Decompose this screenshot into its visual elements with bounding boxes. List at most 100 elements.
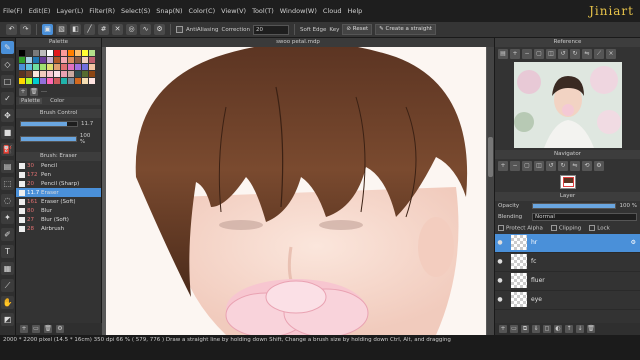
brush-item-blur-soft[interactable]: 27 Blur (Soft) [16,215,101,224]
palette-swatch[interactable] [82,71,88,77]
brush-folder-icon[interactable]: ▭ [32,325,40,333]
palette-swatch[interactable] [33,57,39,63]
duplicate-layer-icon[interactable]: ⧉ [521,325,529,333]
palette-swatch[interactable] [82,64,88,70]
bucket-tool-icon[interactable]: ⛽ [1,143,14,156]
check-tool-icon[interactable]: ✓ [1,92,14,105]
document-tab[interactable]: swoo petal.mdp [102,38,494,47]
snap-cross-icon[interactable]: ✕ [112,24,123,35]
nav-fit-icon[interactable]: ▢ [522,161,532,171]
palette-swatch[interactable] [40,57,46,63]
snap-settings-icon[interactable]: ⚙ [154,24,165,35]
palette-swatch[interactable] [33,71,39,77]
close-icon[interactable]: × [606,49,616,59]
palette-swatch[interactable] [89,64,95,70]
gradient-tool-icon[interactable]: ▤ [1,160,14,173]
tab-color[interactable]: Color [48,98,66,104]
eye-icon[interactable]: ● [495,239,505,246]
palette-swatch[interactable] [75,78,81,84]
brush-item-pencil-sharp[interactable]: 20 Pencil (Sharp) [16,179,101,188]
nav-settings-icon[interactable]: ⚙ [594,161,604,171]
palette-swatch[interactable] [47,78,53,84]
brush-opacity-slider[interactable] [20,136,77,142]
palette-swatch[interactable] [40,50,46,56]
snap-icon[interactable]: ╱ [84,24,95,35]
palette-swatch[interactable] [82,78,88,84]
create-straight-button[interactable]: ✎ Create a straight [375,24,436,35]
navigator-view-rect[interactable] [562,177,574,187]
eye-icon[interactable]: ● [495,258,505,265]
palette-swatch[interactable] [19,57,25,63]
palette-swatch[interactable] [26,57,32,63]
brush-item-eraser-soft[interactable]: 161 Eraser (Soft) [16,197,101,206]
zoom-in-icon[interactable]: + [510,49,520,59]
palette-add-icon[interactable]: + [19,88,27,96]
palette-swatch[interactable] [26,78,32,84]
palette-swatch[interactable] [19,64,25,70]
color-swap-icon[interactable]: ◩ [1,313,14,326]
layer-row-eye[interactable]: ● eye [495,291,640,310]
clipping-checkbox[interactable] [550,225,557,231]
hand-tool-icon[interactable]: ✋ [1,296,14,309]
palette-swatch[interactable] [54,57,60,63]
fill-rect-tool-icon[interactable]: ■ [1,126,14,139]
palette-swatch[interactable] [33,78,39,84]
palette-swatch[interactable] [75,71,81,77]
nav-zoom-in-icon[interactable]: + [498,161,508,171]
palette-swatch[interactable] [82,57,88,63]
menu-window[interactable]: Window(W) [277,7,320,15]
palette-swatch[interactable] [40,64,46,70]
actual-size-icon[interactable]: ◫ [546,49,556,59]
palette-swatch[interactable] [54,50,60,56]
fit-icon[interactable]: ▢ [534,49,544,59]
palette-swatch[interactable] [33,64,39,70]
palette-swatch[interactable] [89,57,95,63]
palette-swatch[interactable] [89,50,95,56]
flip-icon[interactable]: ⇋ [582,49,592,59]
eye-icon[interactable]: ● [495,296,505,303]
brush-size-slider[interactable] [20,121,78,127]
rotate-right-icon[interactable]: ↻ [570,49,580,59]
palette-swatch[interactable] [40,78,46,84]
layer-down-icon[interactable]: ↓ [576,325,584,333]
scrollbar-thumb[interactable] [488,137,493,177]
snap-curve-icon[interactable]: ∿ [140,24,151,35]
select-rect-tool-icon[interactable]: ⬚ [1,177,14,190]
brush-item-pen[interactable]: 172 Pen [16,170,101,179]
menu-help[interactable]: Help [344,7,365,15]
mask-icon[interactable]: ◐ [554,325,562,333]
brush-item-eraser[interactable]: 11.7 Eraser [16,188,101,197]
palette-swatch[interactable] [75,50,81,56]
palette-swatch[interactable] [89,71,95,77]
brush-settings-icon[interactable]: ⚙ [56,325,64,333]
canvas-vertical-scrollbar[interactable] [487,47,494,335]
deselect-icon[interactable]: ▣ [42,24,53,35]
layer-row-fc[interactable]: ● fc [495,253,640,272]
palette-swatch[interactable] [19,71,25,77]
snap-grid-icon[interactable]: # [98,24,109,35]
brush-item-pencil[interactable]: 30 Pencil [16,161,101,170]
clear-layer-icon[interactable]: ◻ [543,325,551,333]
menu-edit[interactable]: Edit(E) [26,7,54,15]
nav-actual-icon[interactable]: ◫ [534,161,544,171]
palette-swatch[interactable] [68,50,74,56]
blending-select[interactable]: Normal [532,213,637,221]
select-all-icon[interactable]: ▧ [56,24,67,35]
reset-button[interactable]: ⊘ Reset [342,24,373,35]
magic-wand-tool-icon[interactable]: ✦ [1,211,14,224]
layer-row-fluer[interactable]: ● fluer [495,272,640,291]
palette-swatch[interactable] [47,64,53,70]
undo-icon[interactable]: ↶ [6,24,17,35]
menu-color[interactable]: Color(C) [186,7,219,15]
palette-swatch[interactable] [19,78,25,84]
tab-palette[interactable]: Palette [19,98,43,104]
clipping-option[interactable]: Clipping [550,225,581,232]
menu-tool[interactable]: Tool(T) [249,7,277,15]
palette-swatch[interactable] [54,78,60,84]
correction-select[interactable]: 20 [252,24,289,35]
select-pen-tool-icon[interactable]: ✐ [1,228,14,241]
redo-icon[interactable]: ↷ [20,24,31,35]
soft-edge-label[interactable]: Soft Edge [300,27,326,33]
palette-swatch[interactable] [61,50,67,56]
palette-swatch[interactable] [54,71,60,77]
